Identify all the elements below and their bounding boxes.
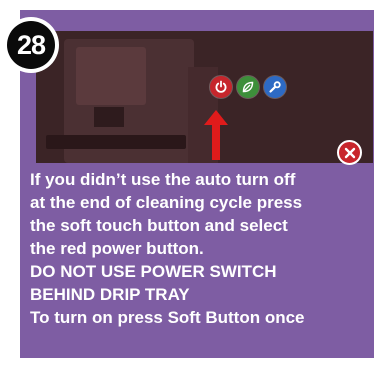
service-button[interactable] (264, 76, 286, 98)
leaf-icon (242, 81, 254, 93)
wrench-icon (269, 81, 281, 93)
warning-line: BEHIND DRIP TRAY (30, 285, 190, 304)
close-icon (344, 147, 355, 158)
instruction-line: the red power button. (30, 239, 204, 258)
instruction-line: at the end of cleaning cycle press (30, 193, 303, 212)
power-icon (215, 80, 227, 93)
instruction-text: If you didn’t use the auto turn off at t… (30, 168, 370, 329)
coffee-machine-spout (94, 107, 124, 127)
step-badge: 28 (3, 17, 59, 73)
power-button[interactable] (210, 76, 232, 98)
instruction-line: To turn on press Soft Button once (30, 308, 305, 327)
red-arrow-pointer (204, 110, 228, 160)
warning-line: DO NOT USE POWER SWITCH (30, 262, 277, 281)
instruction-line: the soft touch button and select (30, 216, 288, 235)
drip-tray (46, 135, 186, 149)
close-button[interactable] (337, 140, 362, 165)
step-number: 28 (7, 21, 55, 69)
coffee-machine-display (76, 47, 146, 105)
instruction-line: If you didn’t use the auto turn off (30, 170, 296, 189)
eco-button[interactable] (237, 76, 259, 98)
